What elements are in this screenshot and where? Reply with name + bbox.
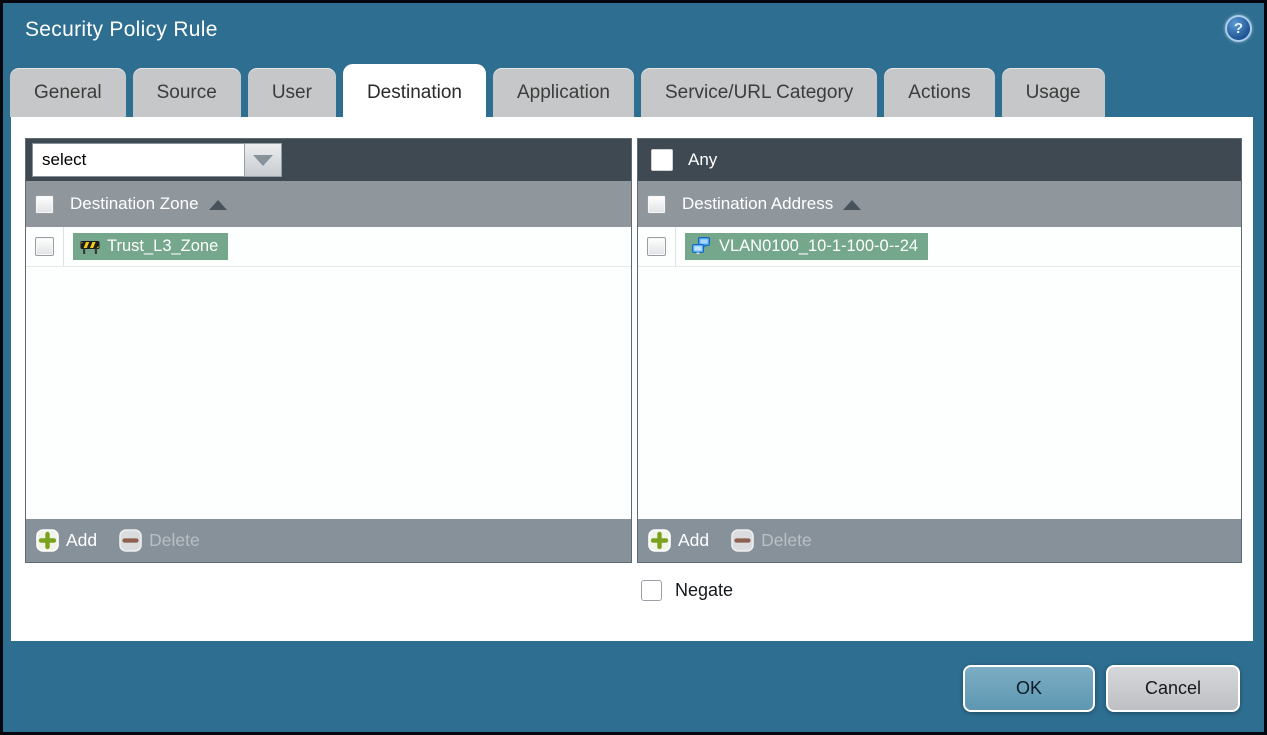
address-toolbar: Any bbox=[638, 139, 1241, 181]
address-footer-bar: Add Delete bbox=[638, 519, 1241, 562]
address-select-all-cell bbox=[638, 194, 675, 214]
zone-select-combobox bbox=[32, 143, 282, 177]
add-button-label: Add bbox=[678, 530, 710, 550]
zone-select-all-checkbox[interactable] bbox=[35, 194, 54, 214]
any-checkbox[interactable] bbox=[650, 149, 673, 171]
cancel-button[interactable]: Cancel bbox=[1106, 665, 1240, 712]
zone-select-input[interactable] bbox=[32, 143, 244, 177]
address-table-body: VLAN0100_10-1-100-0--24 bbox=[638, 227, 1241, 519]
delete-button-label: Delete bbox=[761, 530, 812, 550]
table-row[interactable]: Trust_L3_Zone bbox=[26, 227, 631, 267]
address-column-header[interactable]: Destination Address bbox=[682, 194, 833, 214]
address-chip-label: VLAN0100_10-1-100-0--24 bbox=[719, 237, 919, 255]
sort-ascending-icon[interactable] bbox=[208, 200, 227, 210]
tab-actions[interactable]: Actions bbox=[884, 68, 995, 117]
zone-chip[interactable]: Trust_L3_Zone bbox=[73, 233, 229, 260]
tab-bar: General Source User Destination Applicat… bbox=[10, 64, 1257, 121]
add-button-label: Add bbox=[66, 530, 98, 550]
table-row[interactable]: VLAN0100_10-1-100-0--24 bbox=[638, 227, 1241, 267]
tab-service-url-category[interactable]: Service/URL Category bbox=[640, 68, 878, 117]
delete-button-label: Delete bbox=[149, 530, 200, 550]
add-plus-icon bbox=[36, 529, 59, 552]
add-plus-icon bbox=[648, 529, 671, 552]
network-hosts-icon bbox=[692, 237, 710, 255]
address-select-all-checkbox[interactable] bbox=[647, 194, 666, 214]
row-checkbox[interactable] bbox=[35, 237, 54, 256]
tab-usage[interactable]: Usage bbox=[1001, 68, 1105, 117]
tab-application[interactable]: Application bbox=[493, 68, 634, 117]
zone-barrier-icon bbox=[80, 240, 100, 254]
negate-row: Negate bbox=[641, 580, 733, 601]
tab-destination[interactable]: Destination bbox=[342, 64, 486, 121]
negate-label: Negate bbox=[675, 580, 734, 600]
zone-table-header: Destination Zone bbox=[26, 181, 631, 227]
address-chip[interactable]: VLAN0100_10-1-100-0--24 bbox=[685, 233, 929, 260]
sort-ascending-icon[interactable] bbox=[843, 200, 862, 210]
zone-select-all-cell bbox=[26, 194, 63, 214]
zone-chip-label: Trust_L3_Zone bbox=[107, 237, 219, 255]
row-checkbox-cell bbox=[638, 227, 676, 266]
address-table-header: Destination Address bbox=[638, 181, 1241, 227]
add-button[interactable]: Add bbox=[36, 529, 97, 552]
destination-zone-panel: Destination Zone bbox=[25, 138, 632, 563]
delete-button[interactable]: Delete bbox=[731, 529, 812, 552]
dialog-title: Security Policy Rule bbox=[25, 18, 218, 41]
row-checkbox-cell bbox=[26, 227, 64, 266]
tab-general[interactable]: General bbox=[10, 68, 126, 117]
add-button[interactable]: Add bbox=[648, 529, 709, 552]
help-icon[interactable]: ? bbox=[1225, 15, 1252, 42]
delete-minus-icon bbox=[119, 529, 142, 552]
row-checkbox[interactable] bbox=[647, 237, 666, 256]
security-policy-rule-dialog: Security Policy Rule ? General Source Us… bbox=[0, 0, 1267, 735]
zone-footer-bar: Add Delete bbox=[26, 519, 631, 562]
tab-user[interactable]: User bbox=[247, 68, 336, 117]
destination-tab-content: Destination Zone bbox=[11, 117, 1253, 641]
any-checkbox-cell bbox=[643, 149, 680, 171]
destination-address-panel: Any Destination Address VLAN0100_10-1-10… bbox=[637, 138, 1242, 563]
delete-button[interactable]: Delete bbox=[119, 529, 200, 552]
ok-button[interactable]: OK bbox=[963, 665, 1095, 712]
zone-table-body: Trust_L3_Zone bbox=[26, 227, 631, 519]
delete-minus-icon bbox=[731, 529, 754, 552]
any-label: Any bbox=[688, 150, 718, 169]
tab-source[interactable]: Source bbox=[132, 68, 241, 117]
zone-select-dropdown-button[interactable] bbox=[244, 143, 282, 177]
zone-toolbar bbox=[26, 139, 631, 181]
negate-checkbox[interactable] bbox=[641, 580, 662, 601]
chevron-down-icon bbox=[253, 154, 273, 166]
zone-column-header[interactable]: Destination Zone bbox=[70, 194, 199, 214]
